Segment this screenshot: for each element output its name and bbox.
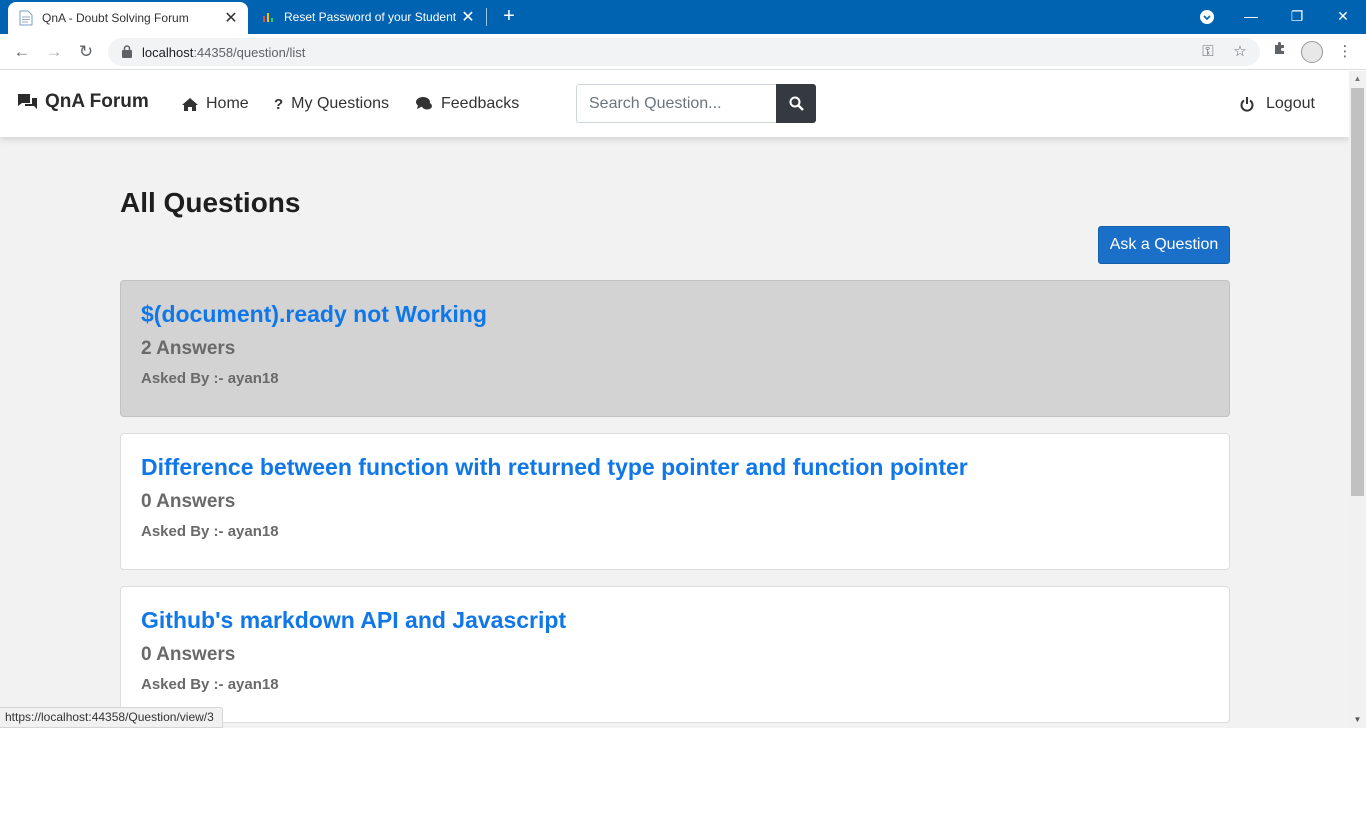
answer-count: 0 Answers [141, 491, 236, 512]
scroll-thumb[interactable] [1351, 88, 1364, 496]
question-icon: ? [274, 95, 284, 113]
answer-count: 0 Answers [141, 644, 236, 665]
minimize-icon[interactable]: — [1228, 0, 1274, 34]
asked-by: Asked By :- ayan18 [141, 523, 279, 540]
brand-link[interactable]: QnA Forum [17, 91, 149, 113]
question-title-link[interactable]: $(document).ready not Working [141, 301, 487, 328]
kebab-menu-icon[interactable]: ⋮ [1333, 40, 1357, 64]
question-title-link[interactable]: Difference between function with returne… [141, 454, 968, 481]
question-title-link[interactable]: Github's markdown API and Javascript [141, 607, 566, 634]
close-window-icon[interactable]: ✕ [1320, 0, 1366, 34]
back-icon[interactable]: ← [10, 40, 34, 64]
tab-qna-forum[interactable]: QnA - Doubt Solving Forum ✕ [8, 2, 248, 34]
ask-question-button[interactable]: Ask a Question [1098, 226, 1230, 264]
asked-by: Asked By :- ayan18 [141, 370, 279, 387]
asked-by: Asked By :- ayan18 [141, 676, 279, 693]
search-input[interactable] [576, 84, 776, 123]
star-icon[interactable]: ☆ [1230, 42, 1250, 62]
restore-icon[interactable]: ❐ [1274, 0, 1320, 34]
question-card[interactable]: Difference between function with returne… [120, 433, 1230, 570]
logout-label: Logout [1266, 95, 1315, 112]
nav-my-questions[interactable]: ? My Questions [274, 95, 389, 113]
search-button[interactable] [776, 84, 816, 123]
question-card[interactable]: $(document).ready not Working 2 Answers … [120, 280, 1230, 417]
nav-feedbacks[interactable]: Feedbacks [416, 95, 519, 113]
forward-icon[interactable]: → [42, 40, 66, 64]
brand-name: QnA Forum [45, 91, 149, 112]
question-card[interactable]: Github's markdown API and Javascript 0 A… [120, 586, 1230, 723]
vertical-scrollbar[interactable]: ▲ ▼ [1349, 71, 1366, 728]
tab-divider [486, 8, 487, 26]
extensions-icon[interactable] [1268, 40, 1292, 64]
comments-brand-icon [18, 94, 37, 109]
link-status-bubble: https://localhost:44358/Question/view/3 [0, 707, 223, 728]
site-favicon-icon [260, 9, 276, 25]
nav-feedbacks-label: Feedbacks [441, 95, 520, 112]
page-title: All Questions [120, 187, 301, 218]
power-icon [1240, 96, 1254, 112]
answer-count: 2 Answers [141, 338, 236, 359]
nav-home[interactable]: Home [182, 95, 249, 113]
close-tab-icon[interactable]: ✕ [220, 8, 242, 28]
tab-reset-password[interactable]: Reset Password of your Student Port ✕ [250, 0, 485, 34]
browser-tab-strip: QnA - Doubt Solving Forum ✕ Reset Passwo… [0, 0, 1366, 34]
home-icon [182, 97, 198, 111]
address-bar[interactable]: localhost:44358/question/list ⚿ ☆ [108, 38, 1260, 66]
nav-home-label: Home [206, 95, 249, 112]
tab-title: QnA - Doubt Solving Forum [42, 11, 189, 25]
site-navbar: QnA Forum Home ? My Questions Feedbacks [0, 71, 1349, 137]
key-icon[interactable]: ⚿ [1198, 42, 1218, 62]
reload-icon[interactable]: ↻ [74, 40, 98, 64]
comments-icon [416, 97, 433, 111]
avatar[interactable] [1301, 41, 1323, 63]
address-toolbar: ← → ↻ localhost:44358/question/list ⚿ ☆ … [0, 34, 1366, 70]
search-icon [789, 96, 804, 111]
logout-link[interactable]: Logout [1240, 95, 1315, 113]
nav-my-questions-label: My Questions [291, 95, 389, 112]
page-viewport: QnA Forum Home ? My Questions Feedbacks [0, 71, 1366, 728]
document-icon [18, 10, 34, 26]
lock-icon [122, 45, 132, 58]
scroll-down-arrow-icon[interactable]: ▼ [1349, 714, 1366, 726]
url-text: localhost:44358/question/list [142, 45, 306, 60]
scroll-up-arrow-icon[interactable]: ▲ [1349, 73, 1366, 85]
new-tab-icon[interactable]: + [497, 5, 521, 29]
tab-title: Reset Password of your Student Port [284, 10, 457, 24]
close-tab-icon[interactable]: ✕ [457, 7, 479, 27]
profile-menu-icon[interactable] [1184, 0, 1230, 34]
